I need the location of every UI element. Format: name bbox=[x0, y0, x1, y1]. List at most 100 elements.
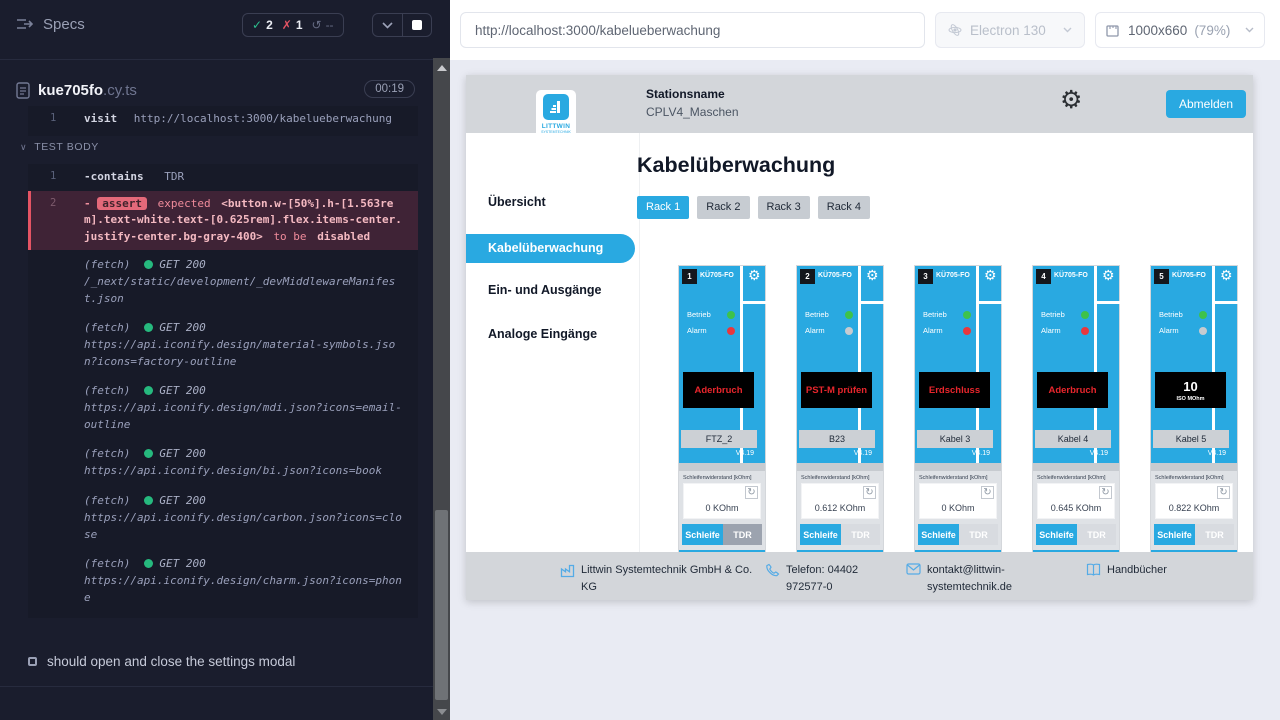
assert-tobe: to be bbox=[273, 230, 306, 243]
card-number: 5 bbox=[1154, 269, 1169, 284]
x-icon: ✗ bbox=[282, 18, 292, 32]
fetch-label: (fetch) bbox=[84, 555, 130, 572]
spec-file-row[interactable]: kue705fo.cy.ts bbox=[16, 78, 416, 102]
tab-rack-4[interactable]: Rack 4 bbox=[818, 196, 870, 219]
lcd-unit: ISO MOhm bbox=[1176, 396, 1204, 402]
scroll-up-arrow[interactable] bbox=[437, 65, 447, 71]
schleife-button[interactable]: Schleife bbox=[1154, 524, 1195, 545]
pending-test-row[interactable]: should open and close the settings modal bbox=[28, 654, 295, 669]
specs-title: Specs bbox=[43, 16, 85, 33]
device-card-1: 1 KÜ705-FO ⚙ Betrieb Alarm Aderbruch FTZ… bbox=[678, 265, 766, 552]
stop-button[interactable] bbox=[403, 14, 432, 36]
contains-command-row[interactable]: 1 -contains TDR bbox=[28, 164, 418, 191]
resistance-value: 0.822 KOhm bbox=[1156, 503, 1232, 513]
resistance-value: 0 KOhm bbox=[920, 503, 996, 513]
refresh-icon[interactable]: ↻ bbox=[863, 486, 876, 499]
card-lower-panel: Schleifenwiderstand [kOhm] ↻ 0 KOhm Schl… bbox=[915, 471, 1001, 552]
schleife-button[interactable]: Schleife bbox=[918, 524, 959, 545]
tdr-button[interactable]: TDR bbox=[723, 524, 762, 545]
alarm-label: Alarm bbox=[923, 326, 943, 335]
tdr-button[interactable]: TDR bbox=[959, 524, 998, 545]
betrieb-label: Betrieb bbox=[923, 310, 947, 319]
card-settings-gear-icon[interactable]: ⚙ bbox=[1220, 268, 1233, 282]
settings-gear-icon[interactable]: ⚙ bbox=[1060, 88, 1082, 113]
test-body-section-header[interactable]: ∨ TEST BODY bbox=[20, 141, 99, 153]
schleife-button[interactable]: Schleife bbox=[1036, 524, 1077, 545]
refresh-icon[interactable]: ↻ bbox=[745, 486, 758, 499]
browser-select[interactable]: Electron 130 bbox=[935, 12, 1085, 48]
test-body-label: TEST BODY bbox=[34, 141, 99, 153]
sidebar-item-kabelueberwachung[interactable]: Kabelüberwachung bbox=[466, 234, 635, 263]
refresh-icon[interactable]: ↻ bbox=[1099, 486, 1112, 499]
device-cards-row: 1 KÜ705-FO ⚙ Betrieb Alarm Aderbruch FTZ… bbox=[678, 265, 1238, 552]
station-label: Stationsname bbox=[646, 87, 725, 101]
viewport-select[interactable]: 1000x660 (79%) bbox=[1095, 12, 1265, 48]
fetch-log-entry[interactable]: (fetch) GET 200 https://api.iconify.desi… bbox=[28, 439, 418, 485]
chevron-down-icon: ∨ bbox=[20, 142, 27, 153]
visit-command: visit bbox=[84, 112, 117, 125]
device-model: KÜ705-FO bbox=[1054, 272, 1088, 279]
schleife-button[interactable]: Schleife bbox=[800, 524, 841, 545]
card-settings-gear-icon[interactable]: ⚙ bbox=[866, 268, 879, 282]
refresh-icon: ↺ bbox=[312, 18, 322, 32]
betrieb-led bbox=[1199, 311, 1207, 319]
card-settings-gear-icon[interactable]: ⚙ bbox=[1102, 268, 1115, 282]
refresh-icon[interactable]: ↻ bbox=[981, 486, 994, 499]
card-settings-gear-icon[interactable]: ⚙ bbox=[748, 268, 761, 282]
sidebar-item-uebersicht[interactable]: Übersicht bbox=[466, 195, 640, 209]
tab-rack-1[interactable]: Rack 1 bbox=[637, 196, 689, 219]
url-input[interactable] bbox=[460, 12, 925, 48]
contains-arg: TDR bbox=[164, 170, 184, 183]
success-dot-icon bbox=[144, 386, 153, 395]
refresh-icon[interactable]: ↻ bbox=[1217, 486, 1230, 499]
sidebar-item-analoge-eingaenge[interactable]: Analoge Eingänge bbox=[466, 327, 640, 341]
fetch-log-entry[interactable]: (fetch) GET 200 https://api.iconify.desi… bbox=[28, 549, 418, 612]
spec-name: kue705fo bbox=[38, 82, 103, 99]
footer-email[interactable]: kontakt@littwin-systemtechnik.de bbox=[906, 562, 1046, 595]
fetch-log-entry[interactable]: (fetch) GET 200 https://api.iconify.desi… bbox=[28, 486, 418, 549]
schleife-button[interactable]: Schleife bbox=[682, 524, 723, 545]
electron-icon bbox=[948, 23, 962, 37]
failed-count: 1 bbox=[296, 18, 303, 32]
fetch-method: GET 200 bbox=[159, 492, 205, 509]
fetch-log-entry[interactable]: (fetch) GET 200 https://api.iconify.desi… bbox=[28, 313, 418, 376]
specs-toggle-icon[interactable] bbox=[16, 17, 33, 31]
fetch-label: (fetch) bbox=[84, 319, 130, 336]
tdr-button[interactable]: TDR bbox=[1077, 524, 1116, 545]
collapse-button[interactable] bbox=[373, 14, 403, 36]
stat-failed: ✗ 1 bbox=[282, 18, 303, 32]
divider bbox=[679, 463, 765, 471]
factory-icon bbox=[560, 563, 575, 578]
divider bbox=[979, 301, 1002, 304]
card-number: 4 bbox=[1036, 269, 1051, 284]
card-settings-gear-icon[interactable]: ⚙ bbox=[984, 268, 997, 282]
scrollbar-track[interactable] bbox=[433, 58, 450, 720]
tdr-button[interactable]: TDR bbox=[841, 524, 880, 545]
scroll-down-arrow[interactable] bbox=[437, 709, 447, 715]
littwin-logo-icon bbox=[543, 94, 569, 120]
failed-assert-row[interactable]: 2 - assert expected <button.w-[50%].h-[1… bbox=[28, 191, 418, 251]
device-card-5: 5 KÜ705-FO ⚙ Betrieb Alarm 10 ISO MOhm K… bbox=[1150, 265, 1238, 552]
email-address: kontakt@littwin-systemtechnik.de bbox=[927, 562, 1046, 595]
passed-count: 2 bbox=[266, 18, 273, 32]
viewport-size: 1000x660 bbox=[1128, 23, 1187, 38]
visit-command-row[interactable]: 1 visit http://localhost:3000/kabelueber… bbox=[28, 106, 418, 133]
email-icon bbox=[906, 563, 921, 575]
scrollbar-thumb[interactable] bbox=[435, 510, 448, 700]
betrieb-label: Betrieb bbox=[1041, 310, 1065, 319]
spec-extension: .cy.ts bbox=[103, 82, 137, 99]
divider bbox=[1033, 463, 1119, 471]
logout-button[interactable]: Abmelden bbox=[1166, 90, 1246, 118]
card-lower-panel: Schleifenwiderstand [kOhm] ↻ 0.822 KOhm … bbox=[1151, 471, 1237, 552]
tab-rack-2[interactable]: Rack 2 bbox=[697, 196, 749, 219]
cable-name: Kabel 4 bbox=[1035, 430, 1111, 448]
fetch-log-entry[interactable]: (fetch) GET 200 /_next/static/developmen… bbox=[28, 250, 418, 313]
tab-rack-3[interactable]: Rack 3 bbox=[758, 196, 810, 219]
book-icon bbox=[1086, 563, 1101, 576]
tdr-button[interactable]: TDR bbox=[1195, 524, 1234, 545]
test-stats[interactable]: ✓ 2 ✗ 1 ↺ -- bbox=[242, 13, 344, 37]
page-title: Kabelüberwachung bbox=[637, 153, 835, 178]
fetch-log-entry[interactable]: (fetch) GET 200 https://api.iconify.desi… bbox=[28, 376, 418, 439]
sidebar-item-ein-und-ausgaenge[interactable]: Ein- und Ausgänge bbox=[466, 283, 640, 297]
footer-manuals-link[interactable]: Handbücher bbox=[1086, 562, 1167, 579]
